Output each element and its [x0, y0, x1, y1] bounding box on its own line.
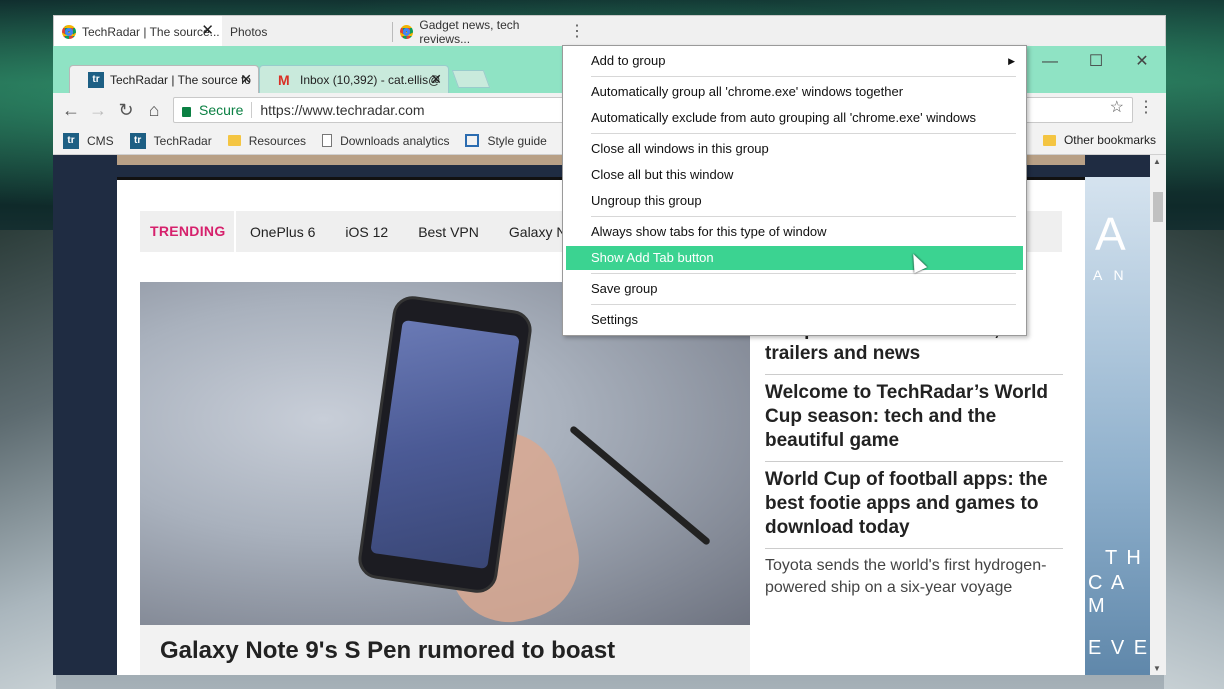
menu-item-show-add-tab[interactable]: Show Add Tab button [566, 246, 1023, 270]
secure-label: Secure [199, 102, 244, 118]
close-window-button[interactable]: ✕ [1122, 52, 1162, 72]
chrome-icon [400, 24, 414, 39]
bookmark-style-guide[interactable]: Style guide [465, 133, 547, 148]
browser-tab-label: TechRadar | The source fo [110, 72, 251, 87]
divider [251, 102, 253, 118]
bookmark-label: Downloads analytics [340, 133, 450, 148]
bookmark-label: TechRadar [153, 133, 212, 148]
page-scrollbar[interactable]: ▲ ▼ [1150, 155, 1166, 675]
hero-headline[interactable]: Galaxy Note 9's S Pen rumored to boast [140, 625, 750, 675]
ad-text: A N [1093, 267, 1128, 283]
bookmark-resources[interactable]: Resources [227, 133, 307, 148]
window-group-tab-strip: TechRadar | The source... ✕ Photos Gadge… [53, 15, 1166, 47]
reload-icon[interactable]: ↻ [114, 99, 138, 121]
menu-divider [591, 304, 1016, 305]
back-arrow-icon[interactable]: ← [59, 99, 83, 121]
desktop-right-edge [1164, 230, 1224, 689]
trending-link[interactable]: OnePlus 6 [250, 224, 315, 240]
side-advertisement[interactable]: A A N T H C A M E V E [1085, 177, 1150, 675]
minimize-button[interactable]: — [1030, 52, 1070, 72]
trending-link[interactable]: Best VPN [418, 224, 479, 240]
trending-label: TRENDING [140, 211, 236, 252]
menu-item-always-show-tabs[interactable]: Always show tabs for this type of window [566, 220, 1023, 244]
trending-link[interactable]: iOS 12 [345, 224, 388, 240]
bookmark-label: Resources [248, 133, 307, 148]
techradar-favicon-icon: tr [129, 132, 146, 149]
ad-text: A [1095, 208, 1126, 260]
menu-item-save-group[interactable]: Save group [566, 277, 1023, 301]
lock-icon [182, 107, 191, 117]
menu-item-ungroup[interactable]: Ungroup this group [566, 189, 1023, 213]
new-tab-button[interactable] [451, 70, 491, 88]
close-icon[interactable]: ✕ [430, 71, 442, 88]
list-item[interactable]: Welcome to TechRadar’s World Cup season:… [765, 375, 1063, 462]
scroll-thumb[interactable] [1153, 192, 1163, 222]
story-title: Toyota sends the world's first hydrogen-… [765, 557, 1047, 596]
gmail-icon: M [278, 71, 290, 88]
close-icon[interactable]: ✕ [240, 71, 252, 88]
browser-tab-techradar[interactable]: tr TechRadar | The source fo ✕ [69, 65, 259, 93]
menu-item-auto-group[interactable]: Automatically group all 'chrome.exe' win… [566, 80, 1023, 104]
list-item[interactable]: World Cup of football apps: the best foo… [765, 462, 1063, 549]
ad-text: E V E [1088, 637, 1150, 659]
url-text: https://www.techradar.com [260, 102, 425, 118]
menu-item-label: Add to group [591, 53, 666, 68]
group-menu-kebab-icon[interactable]: ⋮ [564, 20, 590, 44]
browser-tab-label: Inbox (10,392) - cat.ellis@ [300, 72, 441, 87]
group-tab-label: Photos [230, 24, 268, 39]
bookmark-downloads-analytics[interactable]: Downloads analytics [322, 134, 449, 148]
trending-link[interactable]: Galaxy N [509, 224, 567, 240]
other-bookmarks[interactable]: Other bookmarks [1042, 133, 1156, 147]
folder-icon [227, 135, 241, 146]
folder-icon [1042, 134, 1056, 146]
scroll-up-icon[interactable]: ▲ [1153, 157, 1161, 166]
submenu-arrow-icon: ▶ [1008, 56, 1015, 66]
list-item[interactable]: Toyota sends the world's first hydrogen-… [765, 549, 1063, 607]
bookmark-star-icon[interactable]: ☆ [1110, 97, 1124, 117]
group-tab-label: TechRadar | The source... [82, 24, 220, 39]
page-icon [322, 134, 333, 147]
story-title: World Cup of football apps: the best foo… [765, 469, 1048, 538]
menu-item-close-all[interactable]: Close all windows in this group [566, 137, 1023, 161]
forward-arrow-icon[interactable]: → [86, 99, 110, 121]
group-tab-gadget-news[interactable]: Gadget news, tech reviews... [392, 16, 562, 47]
menu-item-settings[interactable]: Settings [566, 308, 1023, 332]
group-tab-techradar[interactable]: TechRadar | The source... ✕ [54, 16, 222, 47]
menu-divider [591, 133, 1016, 134]
ad-text: T H [1105, 547, 1143, 569]
maximize-button[interactable]: ☐ [1076, 52, 1116, 72]
group-tab-label: Gadget news, tech reviews... [419, 17, 520, 46]
bookmark-cms[interactable]: tr CMS [63, 132, 114, 149]
bookmark-label: Style guide [487, 133, 547, 148]
menu-item-add-to-group[interactable]: Add to group ▶ [566, 49, 1023, 73]
desktop-left-edge [0, 230, 56, 689]
chrome-menu-icon[interactable]: ⋮ [1138, 97, 1154, 117]
ad-text: C A M [1088, 572, 1126, 617]
menu-item-auto-exclude[interactable]: Automatically exclude from auto grouping… [566, 106, 1023, 130]
bookmark-label: CMS [87, 133, 114, 148]
menu-item-close-all-but-this[interactable]: Close all but this window [566, 163, 1023, 187]
menu-divider [591, 216, 1016, 217]
bookmark-label: Other bookmarks [1063, 133, 1156, 147]
story-title: Welcome to TechRadar’s World Cup season:… [765, 382, 1048, 451]
phone-screen [370, 319, 520, 570]
trello-icon [465, 134, 480, 147]
stylus-illustration [568, 424, 712, 547]
home-icon[interactable]: ⌂ [142, 99, 166, 121]
group-tab-photos[interactable]: Photos [222, 16, 392, 47]
group-context-menu: Add to group ▶ Automatically group all '… [562, 45, 1027, 336]
techradar-favicon-icon: tr [88, 71, 104, 88]
close-icon[interactable]: ✕ [201, 23, 214, 39]
menu-divider [591, 76, 1016, 77]
bookmark-techradar[interactable]: tr TechRadar [129, 132, 212, 149]
menu-divider [591, 273, 1016, 274]
techradar-favicon-icon: tr [63, 132, 79, 149]
scroll-down-icon[interactable]: ▼ [1153, 664, 1161, 673]
browser-tab-gmail[interactable]: M Inbox (10,392) - cat.ellis@ ✕ [259, 65, 449, 93]
chrome-icon [62, 24, 76, 39]
